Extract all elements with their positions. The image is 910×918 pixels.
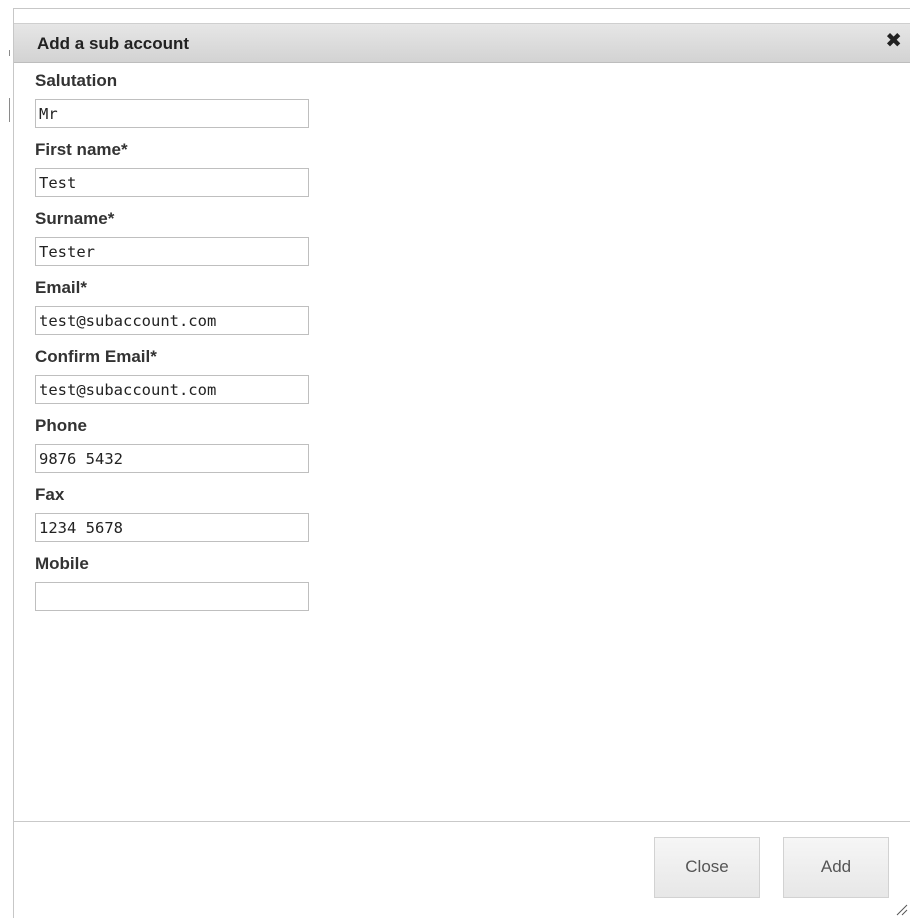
close-button[interactable]: Close <box>654 837 760 898</box>
mobile-input[interactable] <box>35 582 309 611</box>
first-name-input[interactable] <box>35 168 309 197</box>
page: Add a sub account ✖ Salutation First nam… <box>0 0 910 918</box>
footer-divider <box>14 821 910 822</box>
salutation-label: Salutation <box>35 71 118 90</box>
add-button[interactable]: Add <box>783 837 889 898</box>
confirm-email-input[interactable] <box>35 375 309 404</box>
background-window-edge <box>0 0 12 918</box>
dialog-titlebar[interactable]: Add a sub account ✖ <box>14 23 910 63</box>
phone-input[interactable] <box>35 444 309 473</box>
email-label: Email* <box>35 278 87 297</box>
add-sub-account-dialog: Add a sub account ✖ Salutation First nam… <box>13 8 910 918</box>
edge-tick <box>9 50 10 56</box>
surname-label: Surname* <box>35 209 115 228</box>
close-icon[interactable]: ✖ <box>885 31 902 51</box>
phone-label: Phone <box>35 416 87 435</box>
salutation-input[interactable] <box>35 99 309 128</box>
surname-input[interactable] <box>35 237 309 266</box>
email-input[interactable] <box>35 306 309 335</box>
mobile-label: Mobile <box>35 554 89 573</box>
resize-handle-icon[interactable] <box>894 902 908 916</box>
fax-input[interactable] <box>35 513 309 542</box>
first-name-label: First name* <box>35 140 128 159</box>
fax-label: Fax <box>35 485 65 504</box>
edge-tick <box>9 98 10 122</box>
confirm-email-label: Confirm Email* <box>35 347 157 366</box>
dialog-title: Add a sub account <box>37 34 190 53</box>
